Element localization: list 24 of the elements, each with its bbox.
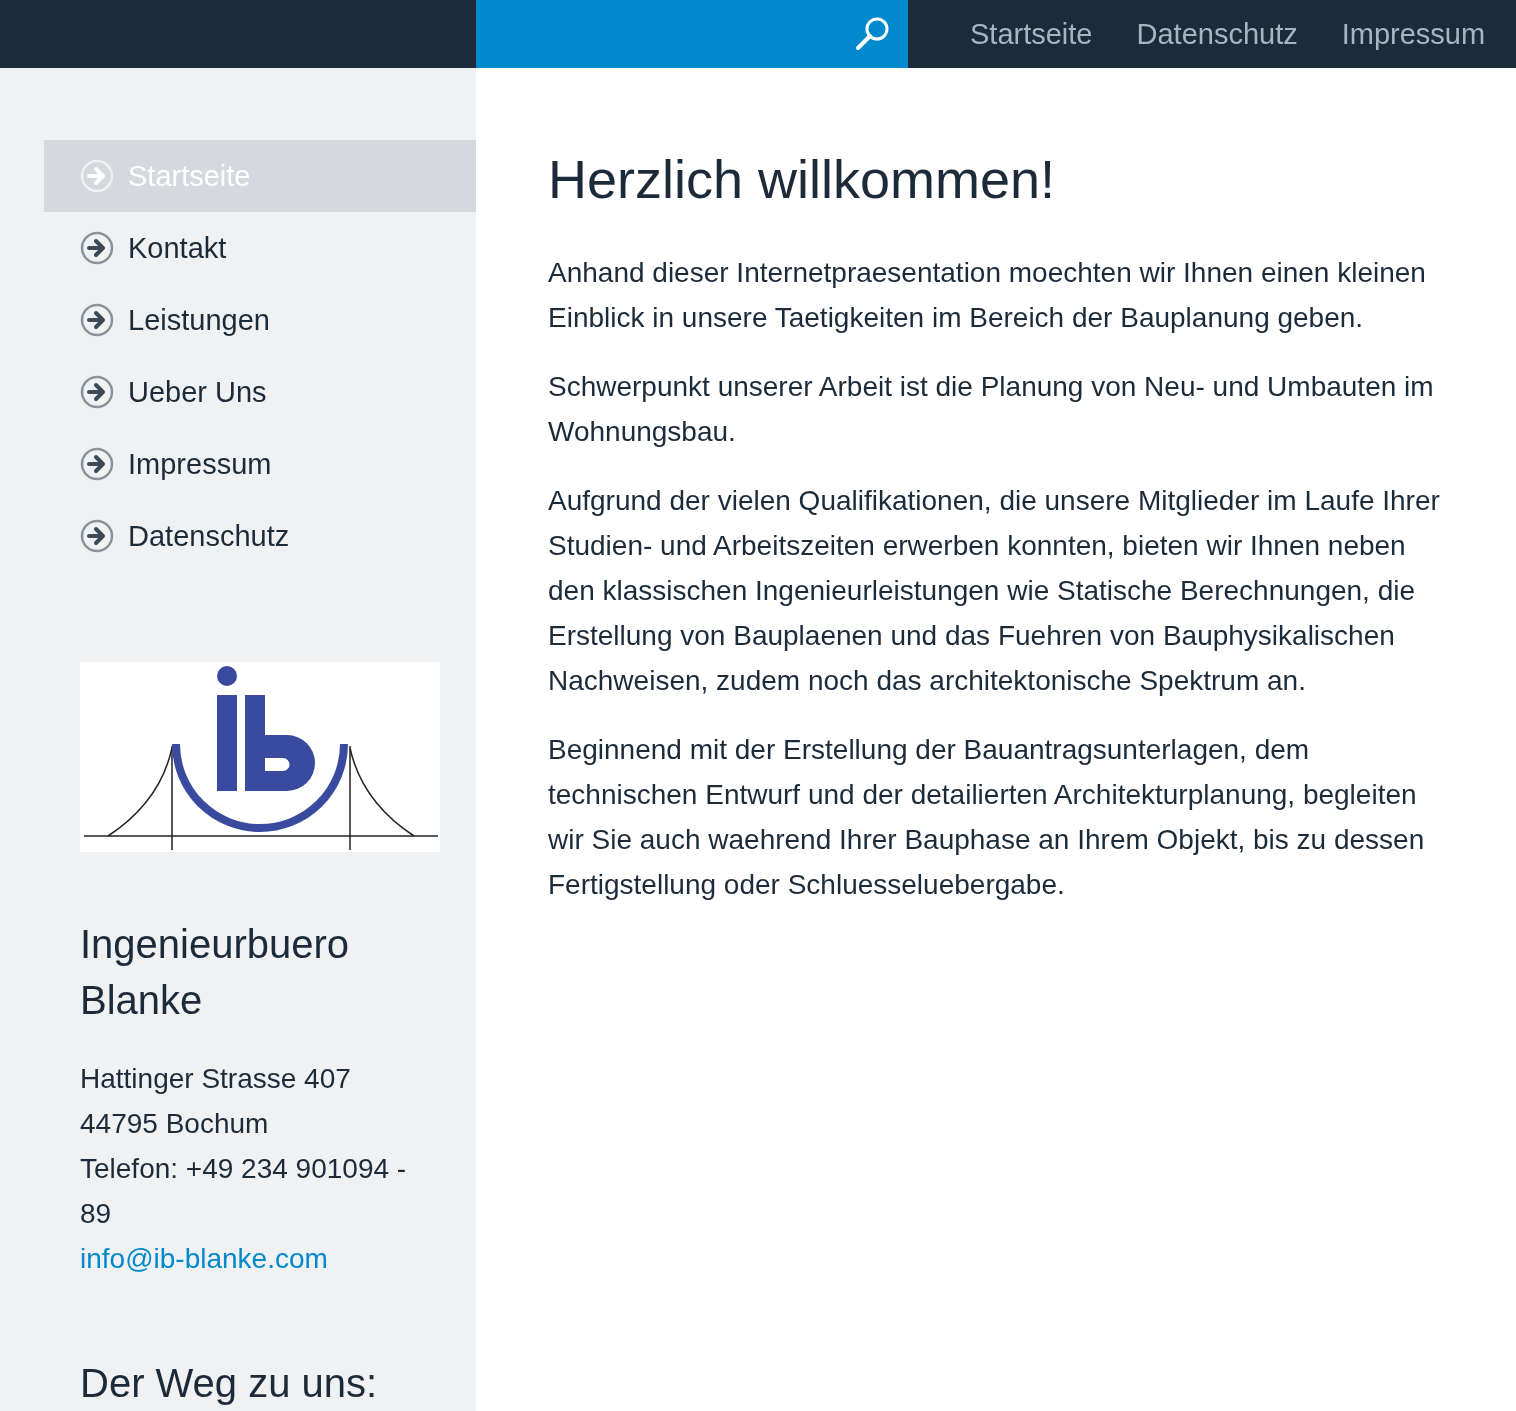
- sidebar-item[interactable]: Datenschutz: [44, 500, 476, 572]
- paragraph: Aufgrund der vielen Qualifikationen, die unsere Mitglieder im Laufe Ihrer Studien- und Arbeitszeiten erwerben konnten, bieten wir Ihnen neben den klassischen Ingenieurleistungen wie Statische Berechnungen, die Erstellung von Bauplaenen und das Fuehren von Bauphysikalischen Nachweisen, zudem noch das architektonische Spektrum an.: [548, 484, 1441, 698]
- company-name: Ingenieurbuero Blanke: [80, 921, 351, 1024]
- arrow-circle-icon: [80, 231, 114, 265]
- paragraph: Beginnend mit der Erstellung der Bauantragsunterlagen, dem technischen Entwurf und der detailierten Architekturplanung, begleiten wir Sie auch waehrend Ihrer Bauphase an Ihrem Objekt, bis zu dessen Fertigstellung oder Schluesseluebergabe.: [548, 733, 1426, 902]
- sidebar-item[interactable]: Impressum: [44, 428, 476, 500]
- sidebar-item[interactable]: Kontakt: [44, 212, 476, 284]
- address-line: 44795 Bochum: [80, 1107, 270, 1141]
- arrow-circle-icon: [80, 375, 114, 409]
- arrow-circle-icon: [80, 447, 114, 481]
- directions-heading: Der Weg zu uns:: [80, 1361, 379, 1406]
- arrow-circle-icon: [80, 159, 114, 193]
- arrow-circle-icon: [80, 303, 114, 337]
- page-title: Herzlich willkommen!: [548, 148, 1057, 210]
- address-line: Hattinger Strasse 407: [80, 1062, 352, 1096]
- nav-link[interactable]: Impressum: [1319, 17, 1508, 51]
- paragraph: Anhand dieser Internetpraesentation moechten wir Ihnen einen kleinen Einblick in unsere Taetigkeiten im Bereich der Bauplanung geben.: [548, 256, 1427, 335]
- sidebar-item[interactable]: Ueber Uns: [44, 356, 476, 428]
- paragraph: Schwerpunkt unserer Arbeit ist die Planung von Neu- und Umbauten im Wohnungsbau.: [548, 370, 1435, 449]
- nav-link[interactable]: Datenschutz: [1114, 17, 1320, 51]
- nav-link[interactable]: Startseite: [948, 17, 1115, 51]
- address-line: Telefon: +49 234 901094 - 89: [80, 1152, 408, 1231]
- arrow-circle-icon: [80, 519, 114, 553]
- sidebar-item[interactable]: Leistungen: [44, 284, 476, 356]
